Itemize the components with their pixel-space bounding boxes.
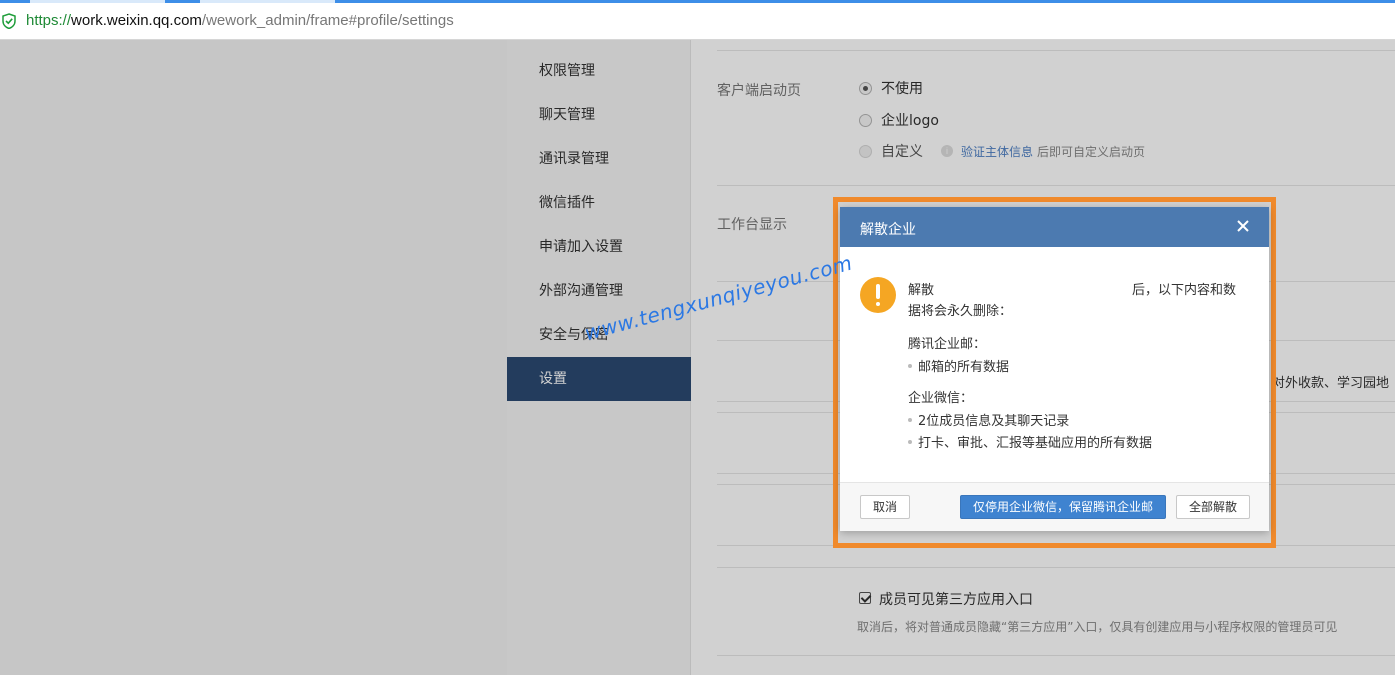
dialog-line-right: 后，以下内容和数	[1132, 283, 1237, 298]
cancel-button[interactable]: 取消	[860, 495, 910, 519]
warning-icon	[860, 277, 896, 313]
disable-keep-mail-button[interactable]: 仅停用企业微信，保留腾讯企业邮	[960, 495, 1166, 519]
shield-check-icon	[2, 13, 16, 29]
address-bar[interactable]: https://work.weixin.qq.com/wework_admin/…	[0, 3, 1395, 40]
list-item: 打卡、审批、汇报等基础应用的所有数据	[908, 432, 1152, 451]
dissolve-dialog: 解散企业 解散 后，以下内容和数 据将会永久删除： 腾讯企业邮： 邮箱的所有数据…	[840, 207, 1269, 531]
url-path: /wework_admin/frame#profile/settings	[201, 12, 454, 29]
dialog-body: 解散 后，以下内容和数 据将会永久删除： 腾讯企业邮： 邮箱的所有数据 企业微信…	[840, 247, 1269, 482]
dialog-title: 解散企业	[860, 222, 916, 238]
dialog-line2: 据将会永久删除：	[908, 304, 1013, 319]
list-item: 邮箱的所有数据	[908, 356, 1009, 375]
section-title-wework: 企业微信：	[908, 391, 974, 406]
close-icon[interactable]	[1235, 218, 1251, 234]
section-title-mail: 腾讯企业邮：	[908, 337, 987, 352]
url-scheme: https://	[26, 12, 72, 29]
list-item: 2位成员信息及其聊天记录	[908, 410, 1069, 429]
dialog-line-left: 解散	[908, 283, 935, 298]
dissolve-all-button[interactable]: 全部解散	[1176, 495, 1250, 519]
url-text[interactable]: https://work.weixin.qq.com/wework_admin/…	[26, 12, 454, 30]
dialog-footer: 取消 仅停用企业微信，保留腾讯企业邮 全部解散	[840, 482, 1269, 531]
dialog-header: 解散企业	[840, 207, 1269, 247]
url-host: work.weixin.qq.com	[71, 12, 202, 29]
